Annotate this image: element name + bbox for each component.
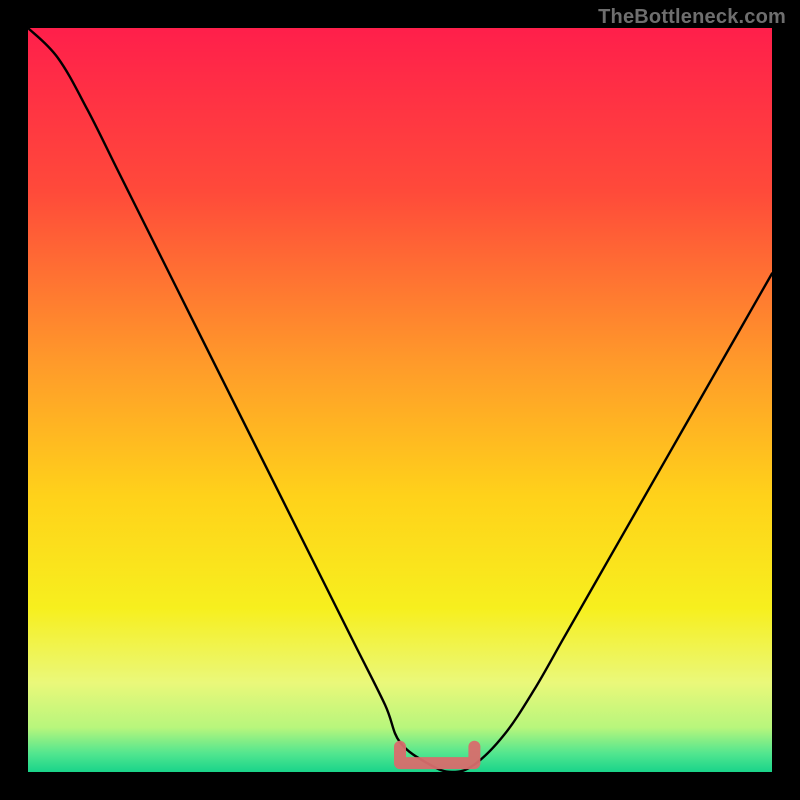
watermark-text: TheBottleneck.com: [598, 6, 786, 29]
chart-svg: [28, 28, 772, 772]
chart-stage: TheBottleneck.com: [0, 0, 800, 800]
plot-area: [28, 28, 772, 772]
gradient-background: [28, 28, 772, 772]
